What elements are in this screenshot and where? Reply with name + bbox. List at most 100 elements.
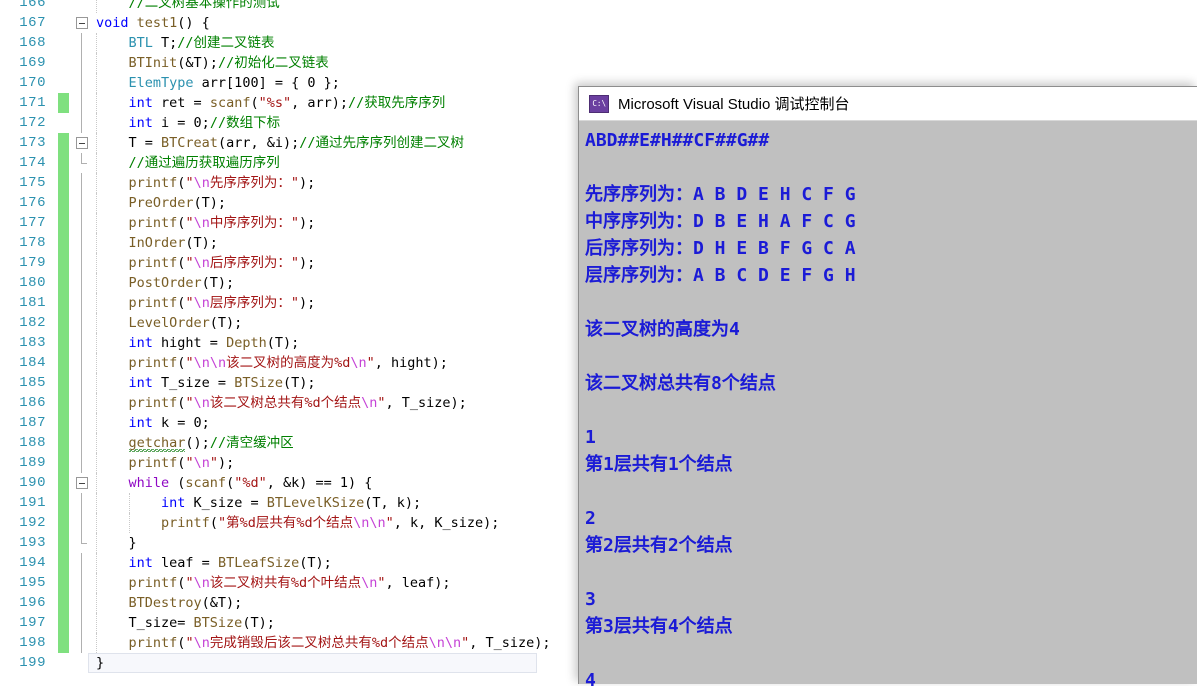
console-title-bar[interactable]: C:\ Microsoft Visual Studio 调试控制台: [579, 87, 1197, 121]
code-line[interactable]: 166 //二叉树基本操作的测试: [0, 0, 1197, 13]
code-token: //数组下标: [209, 115, 281, 131]
code-token: ": [185, 355, 194, 371]
code-text: PostOrder(T);: [96, 273, 235, 293]
code-token: ": [185, 175, 194, 191]
console-output-area[interactable]: ABD##E#H##CF##G## 先序序列为：A B D E H C F G 中…: [579, 121, 1197, 686]
console-output-line: 3: [585, 589, 596, 610]
code-token: int: [128, 335, 153, 351]
line-number: 187: [19, 415, 46, 431]
code-token: printf: [128, 175, 178, 191]
code-token: , leaf);: [385, 575, 451, 591]
code-text: BTDestroy(&T);: [96, 593, 243, 613]
change-indicator-bar: [58, 533, 69, 553]
code-token: \n: [193, 395, 210, 411]
code-text: ElemType arr[100] = { 0 };: [96, 73, 340, 93]
fold-collapse-icon[interactable]: [76, 477, 88, 489]
code-token: printf: [128, 635, 178, 651]
code-line[interactable]: 167 void test1() {: [0, 13, 1197, 33]
fold-guide-line: [81, 413, 82, 433]
line-number: 197: [19, 615, 46, 631]
line-number: 172: [19, 115, 46, 131]
code-token: \n: [350, 355, 367, 371]
line-number: 194: [19, 555, 46, 571]
fold-guide-line: [81, 93, 82, 113]
code-token: );: [217, 455, 235, 471]
code-token: //创建二叉链表: [177, 35, 275, 51]
line-number: 198: [19, 635, 46, 651]
line-number: 185: [19, 375, 46, 391]
code-text: int hight = Depth(T);: [96, 333, 300, 353]
code-text: printf("\n中序序列为：");: [96, 213, 316, 233]
code-token: ();: [185, 435, 210, 451]
code-token: PostOrder: [128, 275, 202, 291]
line-number: 176: [19, 195, 46, 211]
code-token: i = 0;: [152, 115, 210, 131]
change-indicator-bar: [58, 173, 69, 193]
fold-collapse-icon[interactable]: [76, 137, 88, 149]
line-number: 171: [19, 95, 46, 111]
code-token: //清空缓冲区: [209, 435, 294, 451]
line-number: 174: [19, 155, 46, 171]
code-text: getchar();//清空缓冲区: [96, 433, 294, 453]
code-text: printf("\n该二叉树总共有%d个结点\n", T_size);: [96, 393, 467, 413]
code-token: ": [377, 575, 386, 591]
code-text: }: [96, 653, 104, 673]
code-text: PreOrder(T);: [96, 193, 227, 213]
console-output-line: 第1层共有1个结点: [585, 454, 733, 475]
change-indicator-bar: [58, 193, 69, 213]
code-token: , T_size);: [385, 395, 467, 411]
change-indicator-bar: [58, 213, 69, 233]
line-number: 190: [19, 475, 46, 491]
code-line[interactable]: 168 BTL T;//创建二叉链表: [0, 33, 1197, 53]
change-indicator-bar: [58, 13, 69, 33]
line-number: 182: [19, 315, 46, 331]
line-number: 173: [19, 135, 46, 151]
code-text: LevelOrder(T);: [96, 313, 243, 333]
debug-console-window[interactable]: C:\ Microsoft Visual Studio 调试控制台 ABD##E…: [578, 86, 1197, 686]
fold-guide-line: [81, 633, 82, 653]
fold-guide-line: [81, 553, 82, 573]
fold-guide-line: [81, 453, 82, 473]
code-token: 该二叉树的高度为%d: [226, 355, 351, 371]
line-number: 178: [19, 235, 46, 251]
code-token: //二叉树基本操作的测试: [128, 0, 280, 11]
code-token: (: [226, 475, 235, 491]
code-token: \n: [193, 175, 210, 191]
fold-guide-end: [81, 533, 87, 544]
fold-guide-line: [81, 513, 82, 533]
change-indicator-bar: [58, 113, 69, 133]
code-token: ElemType: [128, 75, 194, 91]
code-token: printf: [128, 575, 178, 591]
code-token: printf: [128, 395, 178, 411]
console-output-line: 该二叉树的高度为4: [585, 319, 740, 340]
code-text: BTL T;//创建二叉链表: [96, 33, 275, 53]
change-indicator-bar: [58, 453, 69, 473]
code-token: (T);: [266, 335, 300, 351]
console-output-line: 第2层共有2个结点: [585, 535, 733, 556]
fold-guide-line: [81, 33, 82, 53]
code-token: T_size=: [128, 615, 194, 631]
code-token: InOrder: [128, 235, 186, 251]
change-indicator-bar: [58, 373, 69, 393]
code-token: \n\n: [428, 635, 462, 651]
code-token: , k, K_size);: [393, 515, 500, 531]
code-token: leaf =: [152, 555, 218, 571]
fold-guide-line: [81, 393, 82, 413]
code-token: , hight);: [374, 355, 448, 371]
change-indicator-bar: [58, 433, 69, 453]
fold-guide-line: [81, 493, 82, 513]
code-token: ret =: [152, 95, 210, 111]
code-text: printf("\n");: [96, 453, 235, 473]
code-token: 该二叉树总共有%d个结点: [209, 395, 362, 411]
code-token: 后序序列为：": [209, 255, 299, 271]
code-token: ": [209, 455, 218, 471]
code-line[interactable]: 169 BTInit(&T);//初始化二叉链表: [0, 53, 1197, 73]
change-indicator-bar: [58, 473, 69, 493]
code-token: 层序序列为：": [209, 295, 299, 311]
code-token: //初始化二叉链表: [217, 55, 329, 71]
fold-collapse-icon[interactable]: [76, 17, 88, 29]
